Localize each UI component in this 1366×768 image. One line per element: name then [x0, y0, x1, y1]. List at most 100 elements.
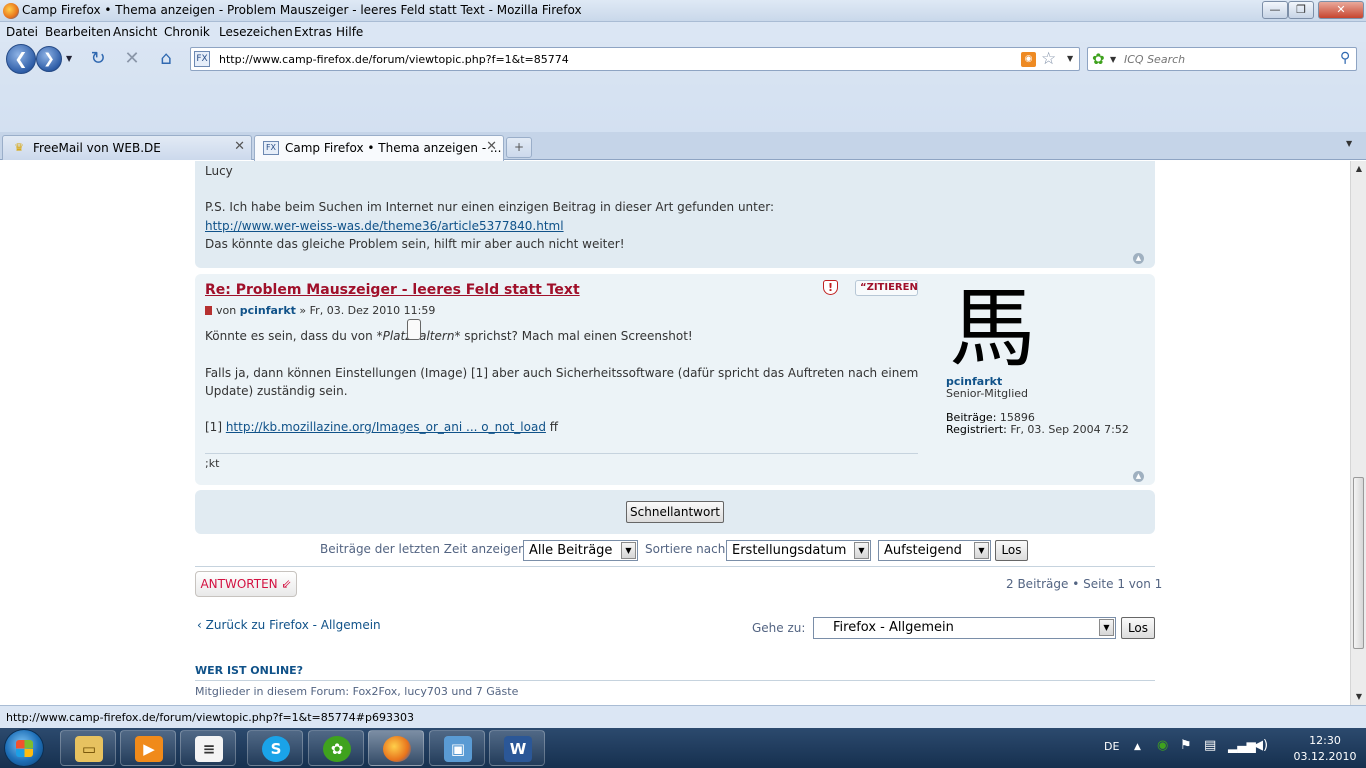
forward-button[interactable]: ❯ — [36, 46, 62, 72]
by-label: von — [216, 304, 237, 317]
signature: ;kt — [205, 457, 220, 470]
mouse-cursor-icon — [407, 319, 421, 340]
post-previous: Lucy P.S. Ich habe beim Suchen im Intern… — [195, 161, 1155, 268]
jump-select-value: Firefox - Allgemein — [833, 620, 954, 635]
post-icon — [205, 306, 212, 315]
vertical-scrollbar[interactable]: ▲ ▼ — [1350, 161, 1366, 705]
new-tab-button[interactable]: + — [506, 137, 532, 158]
close-button[interactable]: ✕ — [1318, 1, 1364, 19]
taskbar-image-viewer[interactable]: ▣ — [429, 730, 485, 766]
taskbar-firefox[interactable] — [368, 730, 424, 766]
tab-label: Camp Firefox • Thema anzeigen - ... — [285, 141, 502, 155]
chevron-down-icon: ▼ — [974, 542, 989, 559]
menu-extras[interactable]: Extras — [294, 25, 332, 39]
filter-go-button[interactable]: Los — [995, 540, 1028, 561]
icq-flower-icon[interactable]: ✿ — [1092, 50, 1105, 68]
close-tab-icon[interactable]: ✕ — [234, 139, 245, 154]
jump-go-button[interactable]: Los — [1121, 617, 1155, 639]
sort-dir-select[interactable]: Aufsteigend ▼ — [878, 540, 991, 561]
post-body-line: Könnte es sein, dass du von *Platzhalter… — [205, 329, 693, 343]
taskbar-explorer[interactable]: ▭ — [60, 730, 116, 766]
author-link[interactable]: pcinfarkt — [240, 304, 296, 317]
start-button[interactable] — [4, 729, 44, 767]
firefox-logo-icon — [3, 3, 19, 19]
signature-divider — [205, 453, 918, 454]
history-dropdown-icon[interactable]: ▼ — [66, 54, 72, 63]
quote-button[interactable]: “ZITIEREN — [855, 280, 918, 296]
post-title[interactable]: Re: Problem Mauszeiger - leeres Feld sta… — [205, 282, 580, 298]
menu-datei[interactable]: Datei — [6, 25, 38, 39]
url-text[interactable]: http://www.camp-firefox.de/forum/viewtop… — [219, 53, 569, 66]
menu-bearbeiten[interactable]: Bearbeiten — [45, 25, 111, 39]
windows-logo-icon — [16, 740, 33, 757]
site-favicon-icon: FX — [263, 141, 279, 155]
taskbar-skype[interactable]: S — [247, 730, 303, 766]
back-to-forum-link[interactable]: ‹ Zurück zu Firefox - Allgemein — [197, 618, 381, 632]
window-title: Camp Firefox • Thema anzeigen - Problem … — [22, 3, 582, 17]
search-magnifier-icon[interactable]: ⚲ — [1340, 50, 1350, 66]
show-hidden-icons-icon[interactable]: ▲ — [1134, 742, 1141, 752]
jump-to-select[interactable]: Firefox - Allgemein ▼ — [813, 617, 1116, 639]
sort-key-select[interactable]: Erstellungsdatum ▼ — [726, 540, 871, 561]
arrow-right-icon: ❯ — [43, 51, 55, 67]
menu-ansicht[interactable]: Ansicht — [113, 25, 157, 39]
action-center-flag-icon[interactable]: ⚑ — [1180, 738, 1192, 753]
chevron-down-icon: ▼ — [621, 542, 636, 559]
menu-chronik[interactable]: Chronik — [164, 25, 210, 39]
search-bar[interactable]: ✿ ▼ ⚲ — [1087, 47, 1357, 71]
avatar: 馬 — [949, 279, 1036, 379]
minimize-button[interactable]: — — [1262, 1, 1288, 19]
back-button[interactable]: ❮ — [6, 44, 36, 74]
quick-reply-button[interactable]: Schnellantwort — [626, 501, 724, 523]
post-body-line: Falls ja, dann können Einstellungen (Ima… — [205, 366, 919, 380]
arrow-left-icon: ❮ — [14, 49, 28, 68]
text-run: * sprichst? Mach mal einen Screenshot! — [454, 329, 693, 343]
back-to-top-icon[interactable]: ▲ — [1133, 253, 1144, 264]
post-ps-text: P.S. Ich habe beim Suchen im Internet nu… — [205, 200, 775, 214]
device-icon[interactable]: ▤ — [1204, 738, 1216, 753]
tab-camp-firefox[interactable]: FX Camp Firefox • Thema anzeigen - ... ✕ — [254, 135, 504, 161]
menu-hilfe[interactable]: Hilfe — [336, 25, 363, 39]
folder-icon: ▭ — [75, 736, 103, 762]
post-link[interactable]: http://www.wer-weiss-was.de/theme36/arti… — [205, 219, 564, 233]
online-users: Mitglieder in diesem Forum: Fox2Fox, luc… — [195, 685, 519, 698]
engine-dropdown-icon[interactable]: ▼ — [1110, 55, 1116, 64]
tab-list-dropdown-icon[interactable]: ▼ — [1346, 139, 1352, 148]
image-viewer-icon: ▣ — [444, 736, 472, 762]
menu-lesezeichen[interactable]: Lesezeichen — [219, 25, 293, 39]
system-clock[interactable]: 12:30 03.12.2010 — [1290, 733, 1360, 765]
volume-icon[interactable]: ◀) — [1253, 738, 1268, 753]
status-text: http://www.camp-firefox.de/forum/viewtop… — [6, 711, 414, 724]
url-dropdown-icon[interactable]: ▼ — [1067, 54, 1073, 63]
profile-registered: Registriert: Fr, 03. Sep 2004 7:52 — [946, 423, 1129, 436]
taskbar-media-player[interactable]: ▶ — [120, 730, 176, 766]
scrollbar-thumb[interactable] — [1353, 477, 1364, 649]
scroll-down-icon[interactable]: ▼ — [1351, 689, 1366, 705]
media-player-icon: ▶ — [135, 736, 163, 762]
bookmark-star-icon[interactable]: ☆ — [1041, 49, 1056, 69]
post-reply-button[interactable]: ANTWORTEN ⇙ — [195, 571, 297, 597]
home-icon[interactable]: ⌂ — [155, 48, 177, 70]
tab-webde[interactable]: ♛ FreeMail von WEB.DE ✕ — [2, 135, 252, 160]
post-reply: Re: Problem Mauszeiger - leeres Feld sta… — [195, 274, 1155, 485]
language-indicator[interactable]: DE — [1104, 740, 1119, 753]
chevron-down-icon: ▼ — [854, 542, 869, 559]
url-bar[interactable]: FX http://www.camp-firefox.de/forum/view… — [190, 47, 1080, 71]
close-tab-icon[interactable]: ✕ — [486, 139, 497, 154]
taskbar-notepad[interactable]: ≡ — [180, 730, 236, 766]
back-to-top-icon[interactable]: ▲ — [1133, 471, 1144, 482]
taskbar-icq[interactable]: ✿ — [308, 730, 364, 766]
search-input[interactable] — [1124, 51, 1324, 67]
report-icon[interactable]: ! — [823, 280, 838, 295]
network-signal-icon[interactable]: ▂▄▆ — [1228, 739, 1256, 753]
taskbar-word[interactable]: W — [489, 730, 545, 766]
ref-link[interactable]: http://kb.mozillazine.org/Images_or_ani … — [226, 420, 546, 434]
rss-feed-icon[interactable]: ◉ — [1021, 52, 1036, 67]
maximize-button[interactable]: ❐ — [1288, 1, 1314, 19]
icq-tray-icon[interactable]: ◉ — [1157, 738, 1168, 753]
reload-icon[interactable]: ↻ — [87, 48, 109, 70]
tab-bar: ♛ FreeMail von WEB.DE ✕ FX Camp Firefox … — [0, 132, 1366, 161]
stop-icon[interactable]: ✕ — [121, 48, 143, 70]
scroll-up-icon[interactable]: ▲ — [1351, 161, 1366, 177]
days-select[interactable]: Alle Beiträge ▼ — [523, 540, 638, 561]
